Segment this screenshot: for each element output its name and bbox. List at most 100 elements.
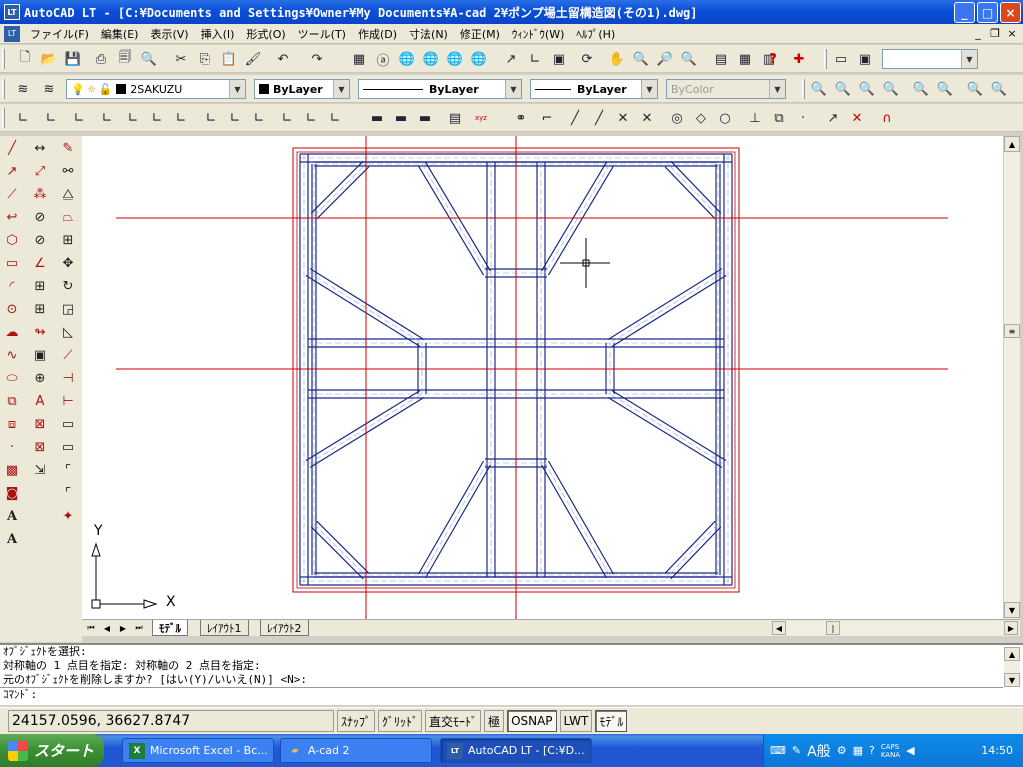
command-scrollbar[interactable]: ▲ ▼ bbox=[1004, 647, 1020, 687]
menu-view[interactable]: 表示(V) bbox=[144, 25, 194, 43]
ucs-icon[interactable]: ∟ bbox=[12, 107, 34, 129]
ime-tool-icon[interactable]: ⚙ bbox=[837, 744, 847, 757]
snap-from-icon[interactable]: ↗ bbox=[500, 48, 522, 70]
maximize-button[interactable]: □ bbox=[977, 2, 998, 23]
taskbar-item-excel[interactable]: X Microsoft Excel - Bc... bbox=[122, 738, 274, 763]
ucs-x-icon[interactable]: ∟ bbox=[200, 107, 222, 129]
save-icon[interactable]: 💾 bbox=[62, 48, 84, 70]
dim-linear-icon[interactable]: ↔ bbox=[29, 137, 51, 159]
keyboard-icon[interactable]: ⌨ bbox=[770, 744, 786, 757]
dim-baseline-icon[interactable]: ▬ bbox=[390, 107, 412, 129]
arc-icon[interactable]: ◜ bbox=[1, 275, 23, 297]
ucs-rotate-y-icon[interactable]: ∟ bbox=[300, 107, 322, 129]
zoom-window-icon[interactable]: 🔎 bbox=[654, 48, 676, 70]
toolbar-grip[interactable] bbox=[2, 79, 5, 99]
taskbar-item-autocad[interactable]: LT AutoCAD LT - [C:¥D... bbox=[440, 738, 592, 763]
dim-ordinate-icon[interactable]: ⁂ bbox=[29, 183, 51, 205]
move-icon[interactable]: ✥ bbox=[57, 252, 79, 274]
explode-icon[interactable]: ✦ bbox=[57, 505, 79, 527]
viewport-scale-dropdown[interactable]: ▼ bbox=[882, 49, 978, 69]
new-file-icon[interactable]: 🗋 bbox=[14, 48, 36, 70]
ucs-origin-icon[interactable]: ∟ bbox=[170, 107, 192, 129]
snap-apparent-icon[interactable]: ✕ bbox=[612, 107, 634, 129]
ucs-view-icon[interactable]: ∟ bbox=[146, 107, 168, 129]
dim-text-edit-icon[interactable]: ⊠ bbox=[29, 413, 51, 435]
document-icon[interactable]: LT bbox=[4, 25, 20, 42]
start-button[interactable]: スタート bbox=[0, 734, 104, 767]
vertical-scrollbar[interactable]: ▲ ≡ ▼ bbox=[1003, 136, 1020, 619]
ellipse-icon[interactable]: ⬭ bbox=[1, 367, 23, 389]
dim-baseline-icon[interactable]: ⊞ bbox=[29, 298, 51, 320]
layer-dropdown[interactable]: 💡 ☼ 🔓 2SAKUZU ▼ bbox=[66, 79, 246, 99]
horizontal-scrollbar[interactable]: ◀ | ▶ bbox=[772, 621, 1018, 635]
chamfer-icon[interactable]: ⌜ bbox=[57, 459, 79, 481]
toolbar-grip[interactable] bbox=[824, 49, 827, 69]
tile-viewports-icon[interactable]: ▭ bbox=[830, 48, 852, 70]
text-icon[interactable]: A bbox=[1, 528, 23, 550]
ucs-face-icon[interactable]: ∟ bbox=[122, 107, 144, 129]
construction-line-icon[interactable]: ↗ bbox=[1, 160, 23, 182]
chevron-down-icon[interactable]: ▼ bbox=[229, 80, 245, 98]
color-dropdown[interactable]: ByLayer ▼ bbox=[254, 79, 350, 99]
ucs-rotate-z-icon[interactable]: ∟ bbox=[324, 107, 346, 129]
leader-icon[interactable]: ↬ bbox=[29, 321, 51, 343]
zoom-out-icon[interactable]: 🔍 bbox=[934, 78, 956, 100]
scale-text-icon[interactable]: xyz bbox=[470, 107, 492, 129]
break-icon[interactable]: ▭ bbox=[57, 413, 79, 435]
last-tab-icon[interactable]: ⏭ bbox=[132, 621, 146, 635]
scroll-thumb[interactable]: | bbox=[826, 621, 840, 635]
circle-icon[interactable]: ⊙ bbox=[1, 298, 23, 320]
lwt-toggle[interactable]: LWT bbox=[559, 710, 593, 732]
find-icon[interactable]: 🔍 bbox=[138, 48, 160, 70]
print-icon[interactable]: ⎙ bbox=[90, 48, 112, 70]
ucs-world-icon[interactable]: ∟ bbox=[68, 107, 90, 129]
menu-insert[interactable]: 挿入(I) bbox=[195, 25, 241, 43]
express-icon[interactable]: ✚ bbox=[788, 48, 810, 70]
snap-insert-icon[interactable]: ⧉ bbox=[768, 107, 790, 129]
layer-manager-icon[interactable]: ≋ bbox=[12, 78, 34, 100]
scroll-up-icon[interactable]: ▲ bbox=[1004, 136, 1020, 152]
snap-node-icon[interactable]: · bbox=[792, 107, 814, 129]
revision-cloud-icon[interactable]: ☁ bbox=[1, 321, 23, 343]
polar-toggle[interactable]: 極 bbox=[484, 710, 505, 732]
redo-icon[interactable]: ↷ bbox=[306, 48, 328, 70]
scroll-up-icon[interactable]: ▲ bbox=[1004, 647, 1020, 661]
menu-file[interactable]: ファイル(F) bbox=[24, 25, 95, 43]
redraw-icon[interactable]: ⟳ bbox=[576, 48, 598, 70]
minimize-button[interactable]: _ bbox=[954, 2, 975, 23]
menu-tools[interactable]: ツール(T) bbox=[292, 25, 352, 43]
undo-draw-icon[interactable]: ↩ bbox=[1, 206, 23, 228]
linetype-dropdown[interactable]: ByLayer ▼ bbox=[358, 79, 522, 99]
offset-icon[interactable]: ⏢ bbox=[57, 206, 79, 228]
lengthen-icon[interactable]: ⟋ bbox=[57, 344, 79, 366]
toolbar-grip[interactable] bbox=[2, 49, 5, 69]
next-tab-icon[interactable]: ▶ bbox=[116, 621, 130, 635]
insert-block-icon[interactable]: ⧉ bbox=[1, 390, 23, 412]
erase-icon[interactable]: ✎ bbox=[57, 137, 79, 159]
join-icon[interactable]: ▭ bbox=[57, 436, 79, 458]
zoom-all-icon[interactable]: 🔍 bbox=[964, 78, 986, 100]
zoom-in-icon[interactable]: 🔍 bbox=[910, 78, 932, 100]
clock[interactable]: 14:50 bbox=[981, 744, 1013, 757]
dim-aligned-icon[interactable]: ⤢ bbox=[29, 160, 51, 182]
dim-edit-icon[interactable]: A bbox=[29, 390, 51, 412]
ucs-icon[interactable]: ∟ bbox=[524, 48, 546, 70]
doc-restore-button[interactable]: ❐ bbox=[988, 26, 1002, 40]
plot-preview-icon[interactable]: 🗐 bbox=[114, 48, 136, 70]
undo-icon[interactable]: ↶ bbox=[272, 48, 294, 70]
zoom-window-icon[interactable]: 🔍 bbox=[808, 78, 830, 100]
properties-icon[interactable]: ▤ bbox=[710, 48, 732, 70]
scroll-left-icon[interactable]: ◀ bbox=[772, 621, 786, 635]
point-icon[interactable]: · bbox=[1, 436, 23, 458]
chevron-down-icon[interactable]: ▼ bbox=[961, 50, 977, 68]
zoom-scale-icon[interactable]: 🔍 bbox=[856, 78, 878, 100]
dim-continue-icon[interactable]: ▬ bbox=[414, 107, 436, 129]
model-toggle[interactable]: ﾓﾃﾞﾙ bbox=[595, 710, 628, 732]
extend-icon[interactable]: ⊢ bbox=[57, 390, 79, 412]
tab-layout2[interactable]: ﾚｲｱｳﾄ2 bbox=[260, 620, 309, 636]
command-input[interactable]: ｺﾏﾝﾄﾞ: bbox=[0, 687, 1003, 703]
snap-center-icon[interactable]: ◎ bbox=[666, 107, 688, 129]
snap-intersection-icon[interactable]: ╱ bbox=[588, 107, 610, 129]
menu-window[interactable]: ｳｨﾝﾄﾞｳ(W) bbox=[506, 25, 570, 43]
dim-linear-icon[interactable]: ▬ bbox=[366, 107, 388, 129]
